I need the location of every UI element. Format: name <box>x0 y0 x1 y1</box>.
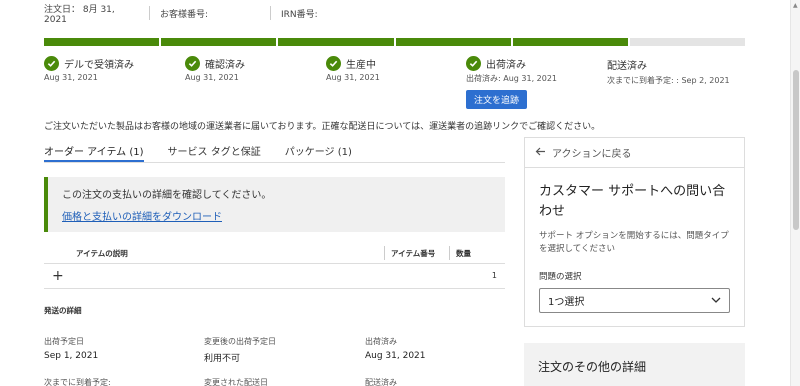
item-quantity: 1 <box>491 271 497 280</box>
download-payment-details-link[interactable]: 価格と支払いの詳細をダウンロード <box>62 208 222 223</box>
shipping-details-title: 発送の詳細 <box>44 306 82 315</box>
step-confirmed: 確認済み Aug 31, 2021 <box>185 56 325 82</box>
step-date: Aug 31, 2021 <box>326 73 380 82</box>
chevron-down-icon <box>711 295 721 306</box>
tab-packages[interactable]: パッケージ (1) <box>285 140 352 162</box>
support-heading: カスタマー サポートへの問い合わせ <box>539 184 726 219</box>
scroll-up-icon[interactable]: ▲ <box>793 2 798 9</box>
tab-service-tags[interactable]: サービス タグと保証 <box>168 140 261 162</box>
expand-icon[interactable]: + <box>52 268 64 284</box>
support-description: サポート オプションを開始するには、問題タイプを選択してください <box>539 231 729 254</box>
step-label: デルで受領済み <box>64 60 134 71</box>
problem-select[interactable]: 1つ選択 <box>539 288 730 313</box>
select-value: 1つ選択 <box>548 297 585 308</box>
arrow-left-icon <box>535 147 546 159</box>
changed-delivery-date: 変更された配送日 <box>204 377 354 386</box>
divider <box>149 6 150 20</box>
alert-text: この注文の支払いの詳細を確認してください。 <box>62 190 272 201</box>
back-label: アクションに戻る <box>552 149 632 160</box>
order-meta: 注文日： 8月 31, 2021 お客様番号: IRN番号: <box>44 5 318 25</box>
payment-alert: この注文の支払いの詳細を確認してください。 価格と支払いの詳細をダウンロード <box>44 177 505 232</box>
step-label: 出荷済み <box>486 60 526 71</box>
irn-number: IRN番号: <box>281 9 318 20</box>
order-progress-bar <box>44 38 746 46</box>
column-item-description: アイテムの説明 <box>76 249 128 258</box>
check-icon <box>466 56 481 71</box>
delivered-date: 配送済み <box>365 377 515 386</box>
support-panel: アクションに戻る カスタマー サポートへの問い合わせ サポート オプションを開始… <box>524 137 745 327</box>
scrollbar-thumb[interactable] <box>793 70 799 230</box>
step-date: Aug 31, 2021 <box>185 73 239 82</box>
planned-ship-date: 出荷予定日 Sep 1, 2021 <box>44 336 194 361</box>
progress-segment <box>44 38 160 46</box>
items-table-header: アイテムの説明 アイテム番号 数量 <box>44 246 505 260</box>
progress-segment <box>161 38 277 46</box>
column-item-number: アイテム番号 <box>384 246 435 260</box>
step-delivered: 配送済み 次までに到着予定: : Sep 2, 2021 <box>607 57 747 86</box>
progress-segment <box>512 38 628 46</box>
field-label: 出荷予定日 <box>44 337 84 346</box>
estimated-arrival: 次までに到着予定: <box>44 377 194 386</box>
track-order-button[interactable]: 注文を追跡 <box>466 90 527 109</box>
check-icon <box>326 56 341 71</box>
shipped-date: 出荷済み Aug 31, 2021 <box>365 336 515 361</box>
step-date: Aug 31, 2021 <box>44 73 98 82</box>
field-label: 配送済み <box>365 378 397 386</box>
step-date: 次までに到着予定: : Sep 2, 2021 <box>607 76 730 85</box>
field-label: 変更後の出荷予定日 <box>204 337 276 346</box>
tab-order-items[interactable]: オーダー アイテム (1) <box>44 140 144 162</box>
check-icon <box>44 56 59 71</box>
field-label: 次までに到着予定: <box>44 378 111 386</box>
step-shipped: 出荷済み 出荷済み: Aug 31, 2021 注文を追跡 <box>466 56 606 109</box>
step-date: 出荷済み: Aug 31, 2021 <box>466 74 558 83</box>
check-icon <box>185 56 200 71</box>
step-label: 確認済み <box>205 60 245 71</box>
back-to-actions-button[interactable]: アクションに戻る <box>525 138 744 168</box>
field-value: Aug 31, 2021 <box>365 351 426 361</box>
customer-number: お客様番号: <box>160 9 209 20</box>
column-quantity: 数量 <box>449 246 471 260</box>
field-value: 利用不可 <box>204 354 241 364</box>
field-label: 出荷済み <box>365 337 397 346</box>
step-label: 生産中 <box>346 60 376 71</box>
table-row: + 1 <box>44 263 505 289</box>
progress-segment <box>278 38 394 46</box>
step-received: デルで受領済み Aug 31, 2021 <box>44 56 184 82</box>
delivery-notice: ご注文いただいた製品はお客様の地域の運送業者に届いております。正確な配送日につい… <box>44 122 601 132</box>
divider <box>270 6 271 20</box>
revised-ship-date: 変更後の出荷予定日 利用不可 <box>204 336 354 364</box>
progress-segment <box>629 38 746 46</box>
problem-select-label: 問題の選択 <box>539 272 582 282</box>
progress-segment <box>395 38 511 46</box>
step-production: 生産中 Aug 31, 2021 <box>326 56 466 82</box>
other-order-details[interactable]: 注文のその他の詳細 <box>524 343 745 386</box>
order-date: 注文日： 8月 31, 2021 <box>44 4 115 25</box>
field-value: Sep 1, 2021 <box>44 351 99 361</box>
field-label: 変更された配送日 <box>204 378 268 386</box>
step-label: 配送済み <box>607 61 647 72</box>
scrollbar[interactable]: ▲ <box>790 0 800 386</box>
order-tabs: オーダー アイテム (1) サービス タグと保証 パッケージ (1) <box>44 140 505 163</box>
